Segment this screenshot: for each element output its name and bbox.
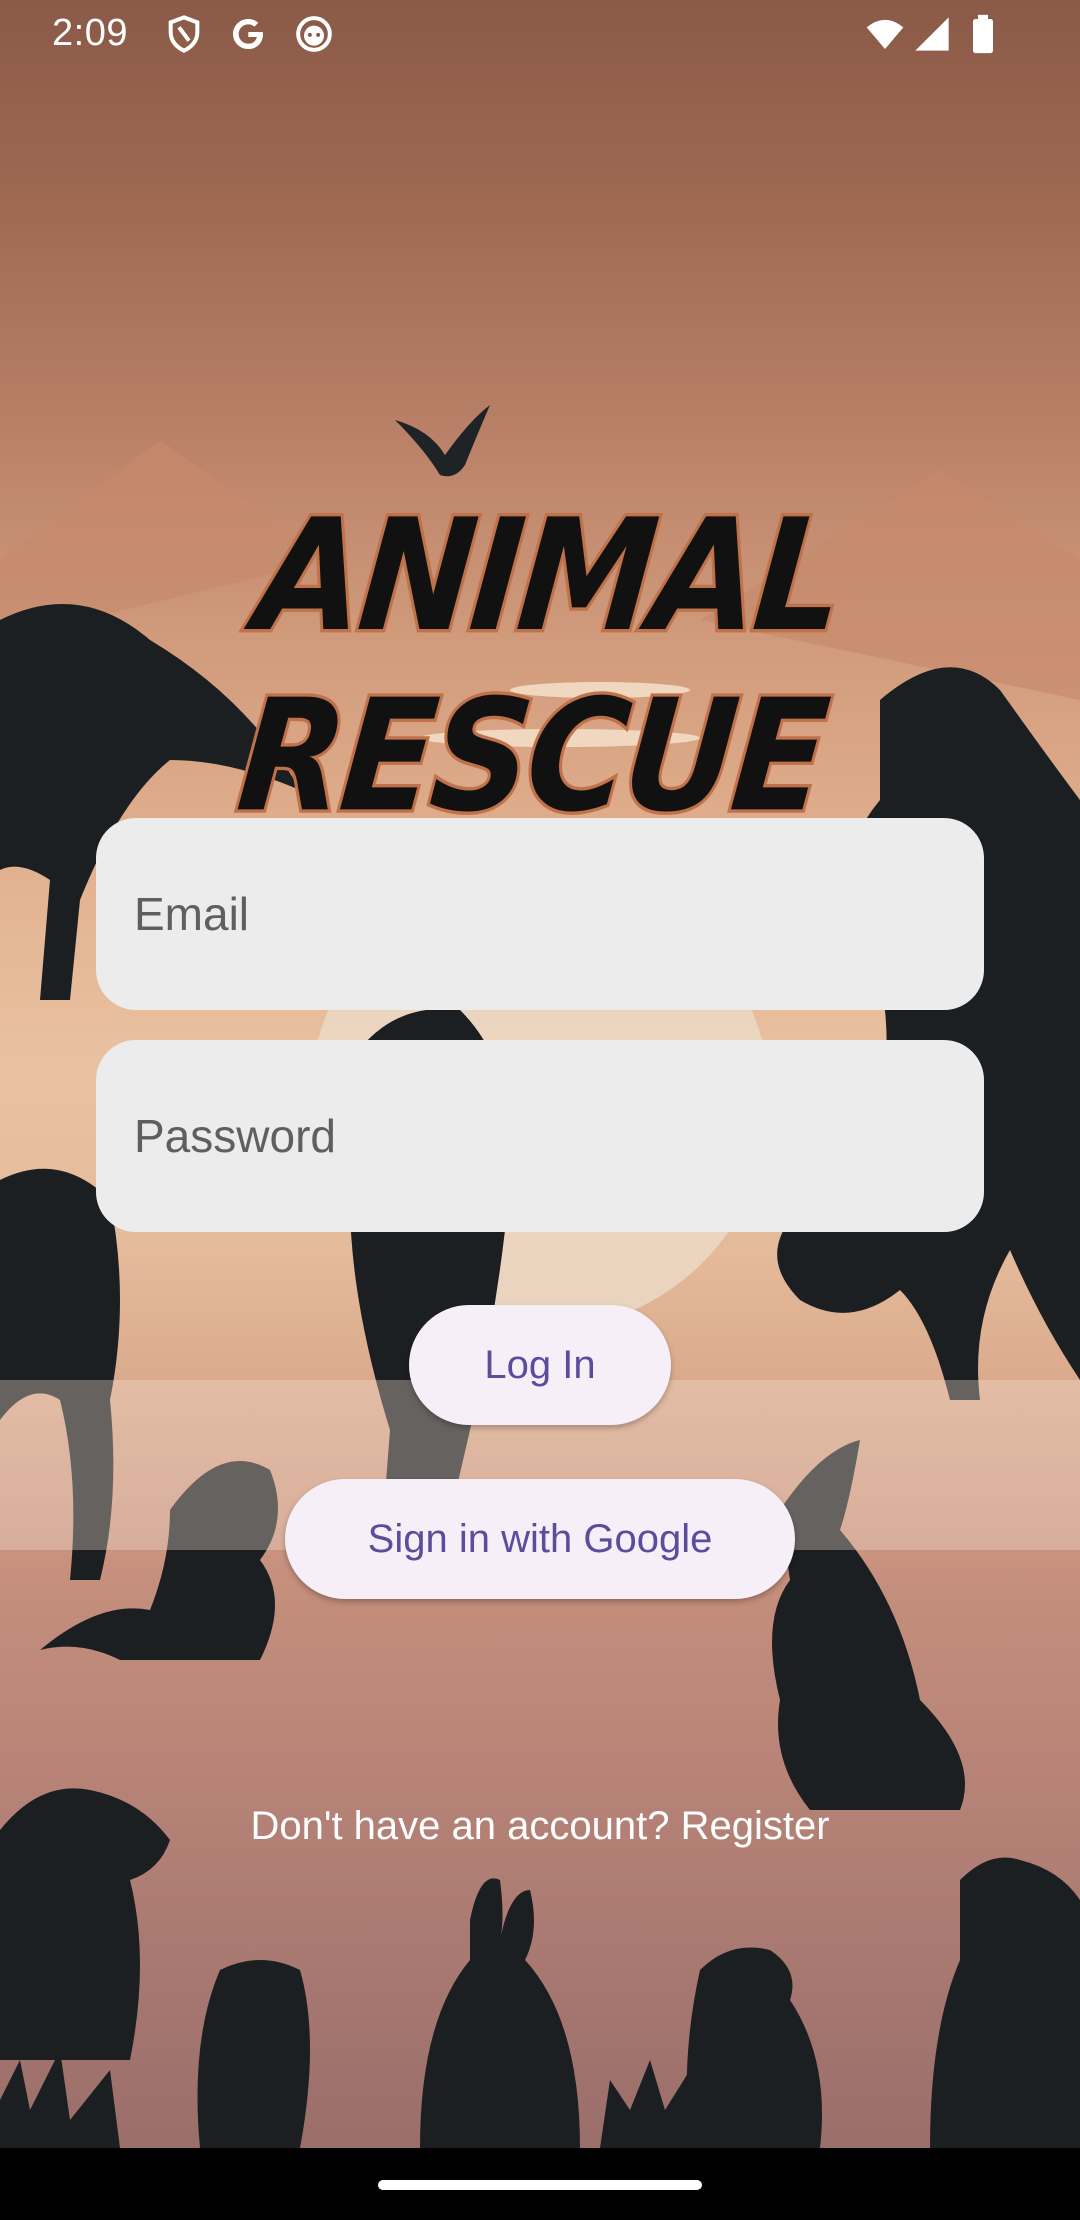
- face-icon: [294, 14, 334, 54]
- login-screen: 2:09 ANIMAL RESCUE Log In Sign in with G…: [0, 0, 1080, 2148]
- navigation-bar: [0, 2148, 1080, 2220]
- google-sign-in-button[interactable]: Sign in with Google: [285, 1479, 795, 1599]
- password-field[interactable]: [96, 1109, 984, 1163]
- status-bar: 2:09: [0, 0, 1080, 72]
- email-field-container: [96, 818, 984, 1010]
- email-field[interactable]: [96, 887, 984, 941]
- home-indicator[interactable]: [378, 2180, 702, 2190]
- shield-icon: [164, 14, 204, 54]
- battery-icon: [968, 14, 998, 54]
- register-link[interactable]: Don't have an account? Register: [0, 1804, 1080, 1849]
- signal-icon: [912, 14, 952, 54]
- status-time: 2:09: [52, 12, 128, 54]
- wifi-icon: [862, 14, 908, 54]
- google-g-icon: [228, 14, 268, 54]
- login-button[interactable]: Log In: [409, 1305, 671, 1425]
- password-field-container: [96, 1040, 984, 1232]
- app-title: ANIMAL RESCUE: [228, 483, 851, 850]
